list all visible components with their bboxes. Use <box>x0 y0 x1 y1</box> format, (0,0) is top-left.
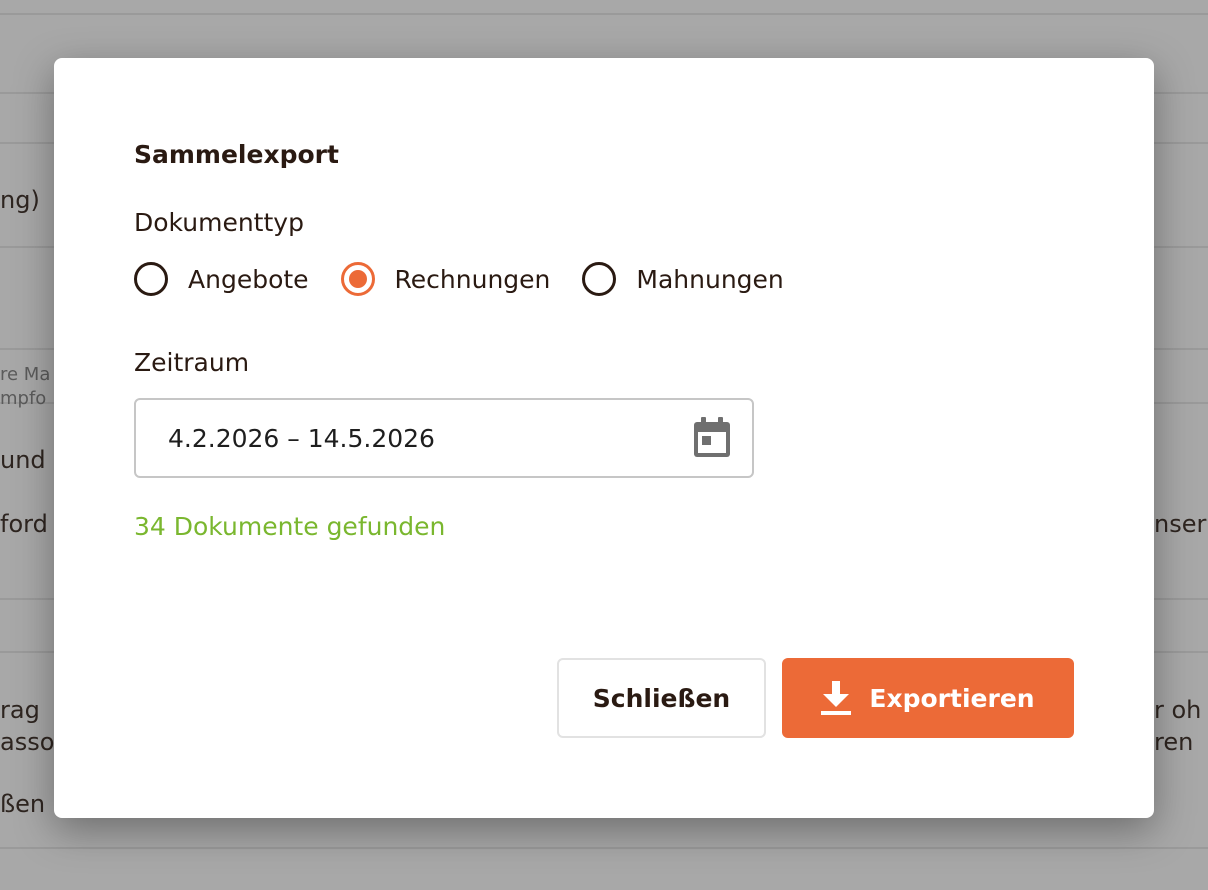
result-count-text: 34 Dokumente gefunden <box>134 512 446 541</box>
radio-label: Angebote <box>188 264 309 294</box>
background-text: ng) <box>0 186 40 214</box>
radio-option-mahnungen[interactable]: Mahnungen <box>582 262 784 296</box>
radio-option-rechnungen[interactable]: Rechnungen <box>340 262 551 296</box>
doctype-radio-group: Angebote Rechnungen Mahnungen <box>134 258 816 300</box>
radio-dot <box>348 270 367 288</box>
calendar-icon[interactable] <box>692 417 732 459</box>
export-button-label: Exportieren <box>869 683 1035 713</box>
background-text: und <box>0 446 46 474</box>
period-label: Zeitraum <box>134 348 250 377</box>
close-button[interactable]: Schließen <box>557 658 766 738</box>
date-range-value: 4.2.2026 – 14.5.2026 <box>168 423 435 453</box>
background-text: r oh <box>1154 696 1202 724</box>
radio-label: Mahnungen <box>636 264 784 294</box>
background-divider <box>0 13 1208 15</box>
radio-unchecked-icon[interactable] <box>582 262 617 296</box>
background-text: ßen <box>0 790 46 818</box>
background-divider <box>0 847 1208 849</box>
dialog-title: Sammelexport <box>134 140 339 169</box>
download-icon <box>821 681 852 715</box>
background-text: rag <box>0 696 40 724</box>
radio-checked-icon[interactable] <box>340 262 375 296</box>
background-text: nser <box>1154 510 1207 538</box>
export-dialog: Sammelexport Dokumenttyp Angebote Rechnu… <box>54 58 1154 818</box>
background-text: ford <box>0 510 48 538</box>
radio-label: Rechnungen <box>394 264 551 294</box>
background-text: ren <box>1154 728 1194 756</box>
background-text: re Ma <box>0 364 51 385</box>
export-button[interactable]: Exportieren <box>782 658 1074 738</box>
date-range-input[interactable]: 4.2.2026 – 14.5.2026 <box>134 398 754 478</box>
background-text: mpfo <box>0 388 47 409</box>
background-text: asso <box>0 728 55 756</box>
radio-option-angebote[interactable]: Angebote <box>134 262 309 296</box>
doctype-label: Dokumenttyp <box>134 208 304 237</box>
radio-unchecked-icon[interactable] <box>134 262 168 296</box>
